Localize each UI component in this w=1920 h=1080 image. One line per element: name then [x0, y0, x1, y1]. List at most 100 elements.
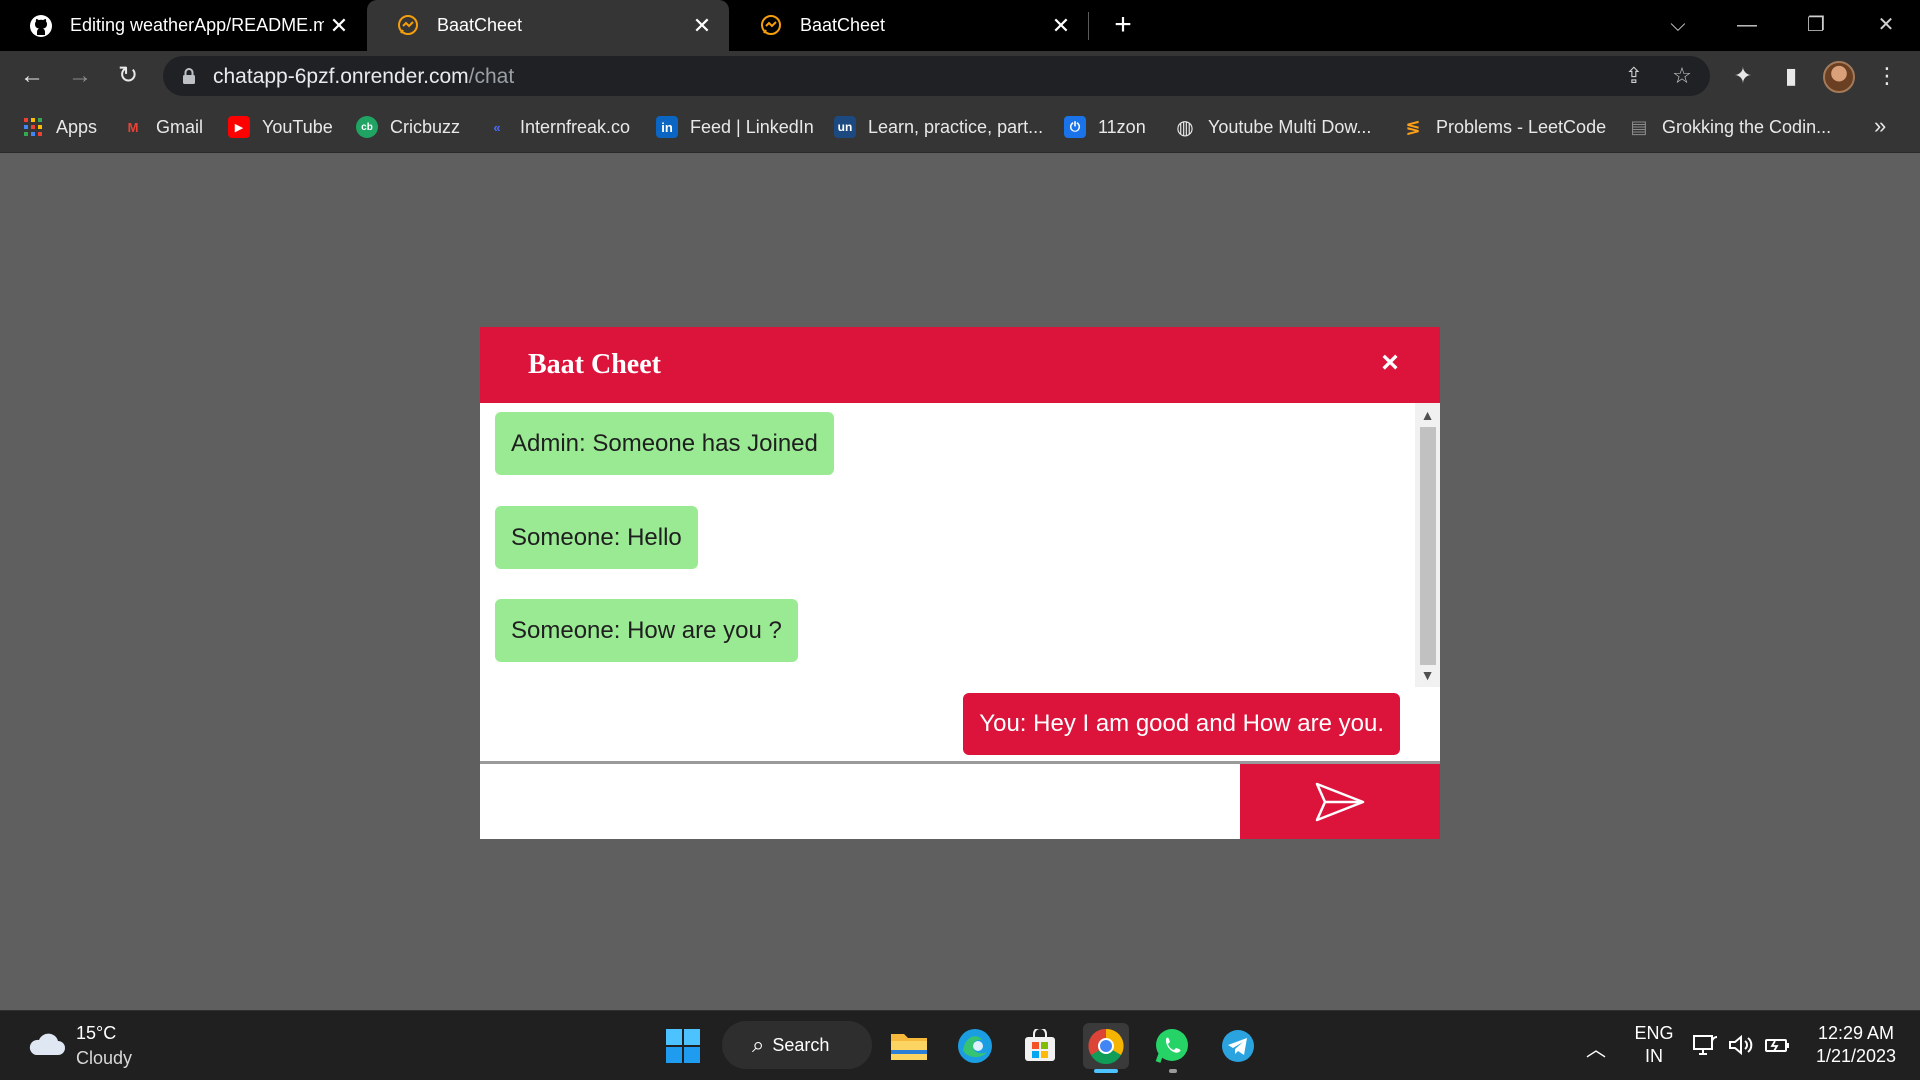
- new-tab-button[interactable]: +: [1106, 9, 1140, 43]
- message-list[interactable]: Admin: Someone has Joined Someone: Hello…: [480, 403, 1440, 755]
- bookmark-label: Feed | LinkedIn: [690, 116, 814, 137]
- bookmark-label: Learn, practice, part...: [868, 116, 1044, 137]
- bookmark-unstop[interactable]: un Learn, practice, part...: [834, 115, 1043, 139]
- youtube-icon: ▶: [228, 116, 250, 138]
- edge-button[interactable]: [952, 1023, 998, 1069]
- scroll-up-arrow-icon[interactable]: ▲: [1415, 405, 1440, 425]
- bookmark-label: Apps: [56, 116, 98, 137]
- chrome-icon: [1088, 1028, 1124, 1064]
- bookmark-apps[interactable]: Apps: [22, 115, 97, 139]
- close-window-button[interactable]: ✕: [1864, 8, 1908, 42]
- message-scrollbar[interactable]: ▲ ▼: [1415, 403, 1440, 687]
- tab-baatcheet[interactable]: BaatCheet ✕: [730, 0, 1088, 51]
- chrome-button[interactable]: [1083, 1023, 1129, 1069]
- tab-title: BaatCheet: [437, 15, 523, 35]
- bookmark-gmail[interactable]: M Gmail: [122, 115, 203, 139]
- language-indicator[interactable]: ENG IN: [1628, 1023, 1680, 1067]
- clock[interactable]: 12:29 AM 1/21/2023: [1806, 1023, 1906, 1067]
- browser-menu-icon[interactable]: ⋮: [1870, 59, 1904, 93]
- tray-overflow-chevron-icon[interactable]: ︿: [1586, 1033, 1606, 1062]
- bookmark-label: YouTube: [262, 116, 333, 137]
- globe-icon: ◍: [1176, 116, 1194, 139]
- message-incoming: Someone: Hello: [495, 506, 698, 569]
- whatsapp-icon: [1155, 1029, 1188, 1063]
- whatsapp-button[interactable]: [1149, 1023, 1195, 1069]
- weather-temperature[interactable]: 15°C: [76, 1023, 116, 1044]
- minimize-button[interactable]: —: [1725, 8, 1769, 42]
- tab-close-button[interactable]: ✕: [1046, 13, 1076, 39]
- side-panel-icon[interactable]: ▮: [1774, 59, 1808, 93]
- bookmarks-overflow-button[interactable]: »: [1874, 113, 1886, 139]
- microsoft-store-button[interactable]: [1017, 1023, 1063, 1069]
- bookmark-cricbuzz[interactable]: cb Cricbuzz: [356, 115, 460, 139]
- apps-grid-icon: [22, 116, 44, 138]
- language-region: IN: [1645, 1046, 1663, 1066]
- bookmark-youtube[interactable]: ▶ YouTube: [228, 115, 333, 139]
- whatsapp-running-indicator: [1169, 1069, 1177, 1073]
- scroll-thumb[interactable]: [1420, 427, 1436, 665]
- edge-icon: [958, 1029, 992, 1063]
- message-incoming: Someone: How are you ?: [495, 599, 798, 662]
- restore-button[interactable]: ❐: [1794, 8, 1838, 42]
- clock-time: 12:29 AM: [1817, 1023, 1895, 1043]
- tab-search-chevron-icon[interactable]: ⌵: [1656, 8, 1700, 42]
- volume-icon[interactable]: [1728, 1033, 1754, 1063]
- profile-avatar[interactable]: [1823, 61, 1855, 93]
- search-label: Search: [772, 1034, 830, 1055]
- url-path: /chat: [468, 65, 515, 88]
- tab-bar: Editing weatherApp/README.md ✕ BaatCheet…: [0, 0, 1920, 51]
- chat-close-button[interactable]: ×: [1372, 345, 1408, 381]
- bookmark-star-icon[interactable]: ☆: [1668, 64, 1696, 88]
- bookmark-11zon[interactable]: ⏻ 11zon: [1064, 115, 1146, 139]
- bookmark-label: Gmail: [156, 116, 204, 137]
- 11zon-icon: ⏻: [1064, 116, 1086, 138]
- tab-baatcheet-active[interactable]: BaatCheet ✕: [367, 0, 729, 51]
- bookmark-youtube-multi-downloader[interactable]: ◍ Youtube Multi Dow...: [1174, 115, 1371, 139]
- internfreak-icon: «: [493, 119, 501, 135]
- tab-title: Editing weatherApp/README.md: [70, 15, 324, 35]
- network-icon[interactable]: [1692, 1033, 1718, 1063]
- bookmark-linkedin[interactable]: in Feed | LinkedIn: [656, 115, 814, 139]
- chat-bubble-icon: [758, 13, 784, 39]
- extensions-icon[interactable]: ✦: [1726, 59, 1760, 93]
- share-icon[interactable]: ⇪: [1620, 64, 1648, 88]
- message-input[interactable]: [480, 764, 1240, 839]
- send-button[interactable]: [1240, 764, 1440, 839]
- reload-button[interactable]: ↻: [110, 59, 146, 93]
- battery-icon[interactable]: [1764, 1033, 1792, 1063]
- unstop-icon: un: [834, 116, 856, 138]
- tab-title: BaatCheet: [800, 15, 886, 35]
- start-button[interactable]: [660, 1023, 706, 1069]
- bookmark-label: Problems - LeetCode: [1436, 116, 1607, 137]
- telegram-button[interactable]: [1215, 1023, 1261, 1069]
- tab-close-button[interactable]: ✕: [324, 13, 354, 39]
- cloud-icon[interactable]: [26, 1029, 66, 1059]
- file-explorer-button[interactable]: [886, 1023, 932, 1069]
- address-bar[interactable]: chatapp-6pzf.onrender.com/chat ⇪ ☆: [163, 56, 1710, 96]
- scroll-down-arrow-icon[interactable]: ▼: [1415, 665, 1440, 685]
- cricbuzz-icon: cb: [356, 116, 378, 138]
- bookmark-label: Internfreak.co: [520, 116, 631, 137]
- lock-icon: [180, 67, 198, 85]
- browser-toolbar: ← → ↻ chatapp-6pzf.onrender.com/chat ⇪ ☆…: [0, 51, 1920, 101]
- chat-title: Baat Cheet: [528, 349, 661, 380]
- clock-date: 1/21/2023: [1815, 1046, 1897, 1066]
- weather-condition[interactable]: Cloudy: [76, 1048, 132, 1069]
- bookmark-leetcode[interactable]: ≶ Problems - LeetCode: [1402, 115, 1606, 139]
- back-button[interactable]: ←: [14, 59, 50, 93]
- send-icon: [1315, 782, 1365, 821]
- forward-button[interactable]: →: [62, 59, 98, 93]
- tab-divider: [1088, 12, 1089, 40]
- windows-taskbar: 15°C Cloudy ⌕ Search ︿ ENG IN 12:29 AM 1…: [0, 1010, 1920, 1080]
- windows-logo-icon: [666, 1029, 700, 1063]
- bookmark-grokking[interactable]: ▤ Grokking the Codin...: [1628, 115, 1831, 139]
- github-icon: [28, 13, 54, 39]
- tab-readme[interactable]: Editing weatherApp/README.md ✕: [0, 0, 366, 51]
- bookmark-internfreak[interactable]: « Internfreak.co: [486, 115, 630, 139]
- taskbar-search[interactable]: ⌕ Search: [722, 1021, 872, 1069]
- message-outgoing: You: Hey I am good and How are you.: [963, 693, 1400, 755]
- language-code: ENG: [1634, 1023, 1674, 1043]
- tab-close-button[interactable]: ✕: [687, 13, 717, 39]
- bookmark-label: Grokking the Codin...: [1662, 116, 1832, 137]
- telegram-icon: [1222, 1030, 1254, 1062]
